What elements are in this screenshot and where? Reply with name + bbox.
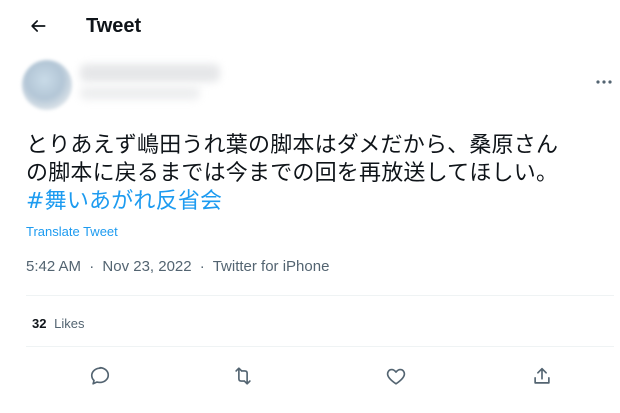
more-horizontal-icon: [596, 80, 612, 84]
retweet-button[interactable]: [231, 364, 255, 388]
likes-label: Likes: [54, 316, 85, 331]
more-options-button[interactable]: [594, 74, 614, 90]
reply-icon: [89, 365, 111, 387]
meta-separator: ·: [199, 258, 205, 275]
share-icon: [531, 365, 553, 387]
tweet-text-line: の脚本に戻るまでは今までの回を再放送してほしい。: [26, 161, 559, 186]
share-button[interactable]: [530, 364, 554, 388]
reply-button[interactable]: [88, 364, 112, 388]
hashtag-link[interactable]: #舞いあがれ反省会: [26, 188, 614, 216]
tweet-actions: [0, 360, 620, 392]
page-title: Tweet: [86, 15, 142, 37]
retweet-icon: [231, 365, 255, 387]
arrow-left-icon: [28, 16, 48, 36]
heart-icon: [385, 365, 407, 387]
author-handle-redacted: [80, 86, 200, 100]
divider: [26, 295, 614, 296]
meta-separator: ·: [89, 258, 95, 275]
translate-tweet-link[interactable]: Translate Tweet: [26, 224, 118, 239]
tweet-text: とりあえず嶋田うれ葉の脚本はダメだから、桑原さん の脚本に戻るまでは今までの回を…: [26, 132, 614, 216]
back-button[interactable]: [26, 14, 50, 38]
tweet-header: Tweet: [0, 0, 620, 52]
tweet-metadata: 5:42 AM · Nov 23, 2022 · Twitter for iPh…: [26, 258, 329, 275]
avatar[interactable]: [22, 60, 72, 110]
tweet-source: Twitter for iPhone: [212, 258, 330, 275]
likes-stat[interactable]: 32 Likes: [32, 316, 84, 331]
tweet-author: [0, 52, 620, 116]
likes-count: 32: [32, 316, 47, 331]
tweet-text-line: とりあえず嶋田うれ葉の脚本はダメだから、桑原さん: [26, 133, 559, 158]
tweet-date[interactable]: Nov 23, 2022: [102, 258, 191, 275]
tweet-time[interactable]: 5:42 AM: [26, 258, 81, 275]
author-name-redacted[interactable]: [80, 64, 220, 82]
like-button[interactable]: [384, 364, 408, 388]
divider: [26, 346, 614, 347]
